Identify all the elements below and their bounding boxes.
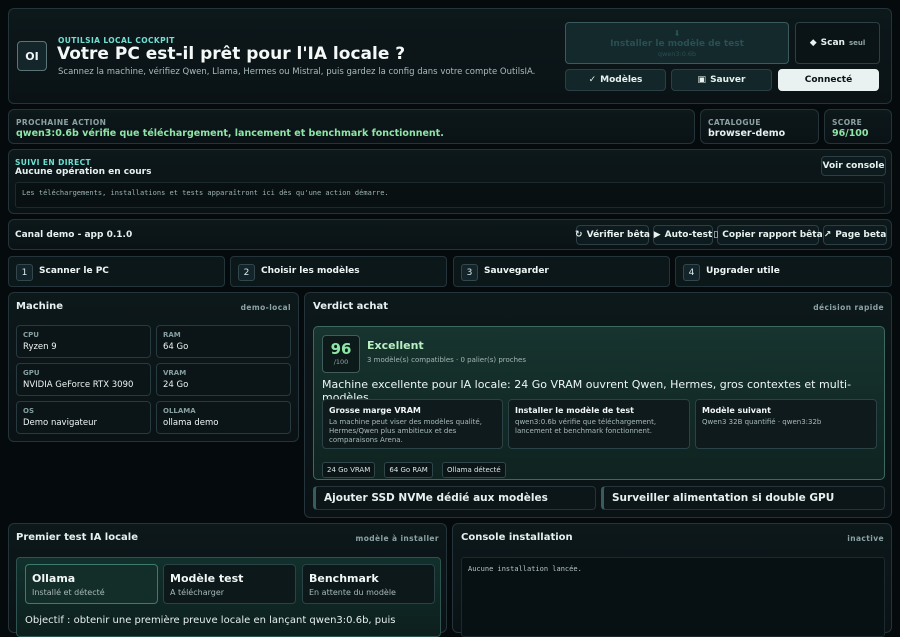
verdict-panel: Verdict achat décision rapide 96 /100 Ex…: [304, 292, 892, 518]
step-save[interactable]: 3 Sauvegarder: [453, 256, 670, 287]
page-subtitle: Scannez la machine, vérifiez Qwen, Llama…: [58, 67, 536, 77]
verdict-title: Verdict achat: [313, 301, 389, 312]
install-console-panel: Console installation inactive Aucune ins…: [452, 523, 892, 637]
machine-tag: demo-local: [240, 303, 291, 312]
connected-button[interactable]: Connecté: [778, 69, 879, 91]
external-link-icon: ↗: [823, 230, 832, 240]
catalogue-label: CATALOGUE: [708, 118, 761, 127]
machine-title: Machine: [16, 301, 64, 312]
view-console-button[interactable]: Voir console: [821, 156, 886, 176]
channel-label: Canal demo - app 0.1.0: [15, 230, 133, 240]
spec-cpu: CPU Ryzen 9: [16, 325, 151, 358]
scan-button[interactable]: ◆ Scan seul: [795, 22, 880, 64]
machine-panel: Machine demo-local CPU Ryzen 9 RAM 64 Go G…: [8, 292, 299, 442]
save-icon: ▣: [697, 75, 707, 85]
score-value: 96/100: [832, 128, 869, 139]
live-label: SUIVI EN DIRECT: [15, 158, 92, 167]
channel-bar: Canal demo - app 0.1.0 ↻ Vérifier bêta ▶ A…: [8, 219, 892, 250]
live-tracking-panel: SUIVI EN DIRECT Aucune opération en cour…: [8, 149, 892, 214]
first-test-panel: Premier test IA locale modèle à installe…: [8, 523, 447, 637]
first-test-objective: Objectif : obtenir une première preuve l…: [25, 615, 396, 626]
chip-vram: 24 Go VRAM: [322, 462, 376, 478]
upgrade-psu: Surveiller alimentation si double GPU: [601, 486, 885, 510]
next-action-value: qwen3:0.6b vérifie que téléchargement, l…: [16, 128, 444, 139]
chip-ram: 64 Go RAM: [384, 462, 433, 478]
diamond-icon: ◆: [809, 38, 817, 48]
autotest-button[interactable]: ▶ Auto-test: [653, 225, 713, 245]
verify-beta-button[interactable]: ↻ Vérifier bêta: [575, 225, 650, 245]
next-action-label: PROCHAINE ACTION: [16, 118, 107, 127]
verdict-rating: Excellent: [367, 339, 424, 352]
install-console-log: Aucune installation lancée.: [461, 557, 885, 637]
install-test-model-button[interactable]: ⬇ Installer le modèle de test qwen3:0.6b: [565, 22, 789, 64]
catalogue-value: browser-demo: [708, 128, 786, 139]
verdict-chips: 24 Go VRAM 64 Go RAM Ollama détecté: [322, 457, 510, 478]
download-icon: ⬇: [673, 28, 681, 38]
beta-page-button[interactable]: ↗ Page beta: [823, 225, 887, 245]
status-test-model: Modèle test A télécharger: [163, 564, 296, 604]
upgrade-ssd: Ajouter SSD NVMe dédié aux modèles: [313, 486, 596, 510]
spec-ollama: OLLAMA ollama demo: [156, 401, 291, 434]
verdict-card-vram: Grosse marge VRAM La machine peut viser d…: [322, 399, 503, 449]
verdict-card-next-model: Modèle suivant Qwen3 32B quantifié · qwen…: [695, 399, 877, 449]
spec-gpu: GPU NVIDIA GeForce RTX 3090: [16, 363, 151, 396]
status-benchmark: Benchmark En attente du modèle: [302, 564, 435, 604]
install-console-tag: inactive: [847, 534, 884, 543]
page-title: Votre PC est-il prêt pour l'IA locale ?: [57, 44, 406, 64]
spec-vram: VRAM 24 Go: [156, 363, 291, 396]
verdict-box: 96 /100 Excellent 3 modèle(s) compatible…: [313, 326, 885, 480]
next-action-panel: PROCHAINE ACTION qwen3:0.6b vérifie que …: [8, 109, 695, 144]
models-button[interactable]: ✓ Modèles: [565, 69, 666, 91]
first-test-box: Ollama Installé et détecté Modèle test A t…: [16, 557, 441, 637]
verdict-tag: décision rapide: [813, 303, 884, 312]
score-panel: SCORE 96/100: [824, 109, 892, 144]
score-badge: 96 /100: [322, 335, 360, 373]
chip-ollama: Ollama détecté: [441, 462, 506, 478]
first-test-tag: modèle à installer: [355, 534, 439, 543]
save-button[interactable]: ▣ Sauver: [671, 69, 772, 91]
live-status: Aucune opération en cours: [15, 167, 152, 177]
live-log: Les téléchargements, installations et te…: [15, 182, 885, 208]
copy-report-button[interactable]: ▯ Copier rapport bêta: [713, 225, 823, 245]
step-scan[interactable]: 1 Scanner le PC: [8, 256, 225, 287]
status-ollama: Ollama Installé et détecté: [25, 564, 158, 604]
copy-icon: ▯: [713, 230, 719, 240]
step-choose-models[interactable]: 2 Choisir les modèles: [230, 256, 447, 287]
step-upgrade[interactable]: 4 Upgrader utile: [675, 256, 892, 287]
header-panel: OI OUTILSIA LOCAL COCKPIT Votre PC est-i…: [8, 8, 892, 104]
spec-os: OS Demo navigateur: [16, 401, 151, 434]
install-console-title: Console installation: [461, 532, 573, 543]
spec-ram: RAM 64 Go: [156, 325, 291, 358]
play-icon: ▶: [653, 230, 661, 240]
catalogue-panel: CATALOGUE browser-demo: [700, 109, 819, 144]
score-label: SCORE: [832, 118, 863, 127]
first-test-title: Premier test IA locale: [16, 532, 138, 543]
refresh-icon: ↻: [575, 230, 583, 240]
verdict-card-install: Installer le modèle de test qwen3:0.6b vé…: [508, 399, 690, 449]
check-icon: ✓: [588, 75, 597, 85]
verdict-compat: 3 modèle(s) compatibles · 0 palier(s) pr…: [367, 356, 527, 364]
logo: OI: [17, 41, 47, 71]
